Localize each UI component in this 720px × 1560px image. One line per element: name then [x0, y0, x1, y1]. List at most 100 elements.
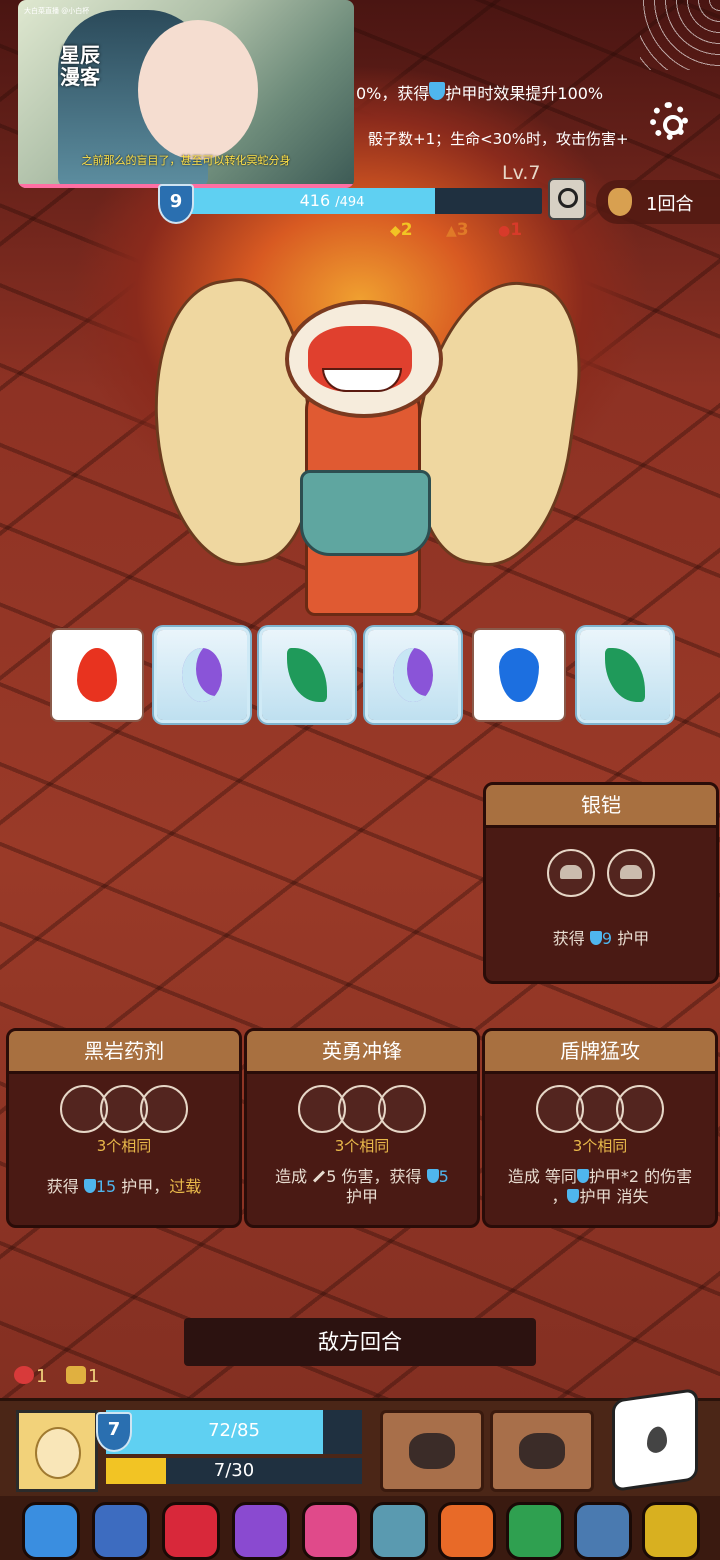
rock-slot-icon[interactable]	[547, 849, 595, 897]
desc-number: 5	[326, 1167, 337, 1186]
enemy-hp-current: 416	[299, 191, 331, 210]
card-silver-armor[interactable]: 银铠 获得 9 护甲	[483, 782, 719, 984]
block-value: 1	[88, 1366, 100, 1387]
enemy-armor-shield-icon: 9	[158, 184, 194, 224]
card-requirement: 3个相同	[96, 1137, 152, 1155]
leaf-icon	[605, 648, 645, 702]
inspect-enemy-icon[interactable]	[548, 178, 586, 220]
fire-icon	[77, 648, 117, 702]
desc-text: 护甲 消失	[579, 1187, 649, 1206]
spiderweb-decoration	[640, 0, 720, 70]
item-slot-gauntlet-icon[interactable]	[380, 1410, 484, 1492]
rock-slot-icon[interactable]	[607, 849, 655, 897]
card-blackrock-potion[interactable]: 黑岩药剂 3个相同 获得 15 护甲，过载	[6, 1028, 242, 1228]
desc-text: 护甲，	[121, 1177, 170, 1196]
item-slot-hammer-icon[interactable]	[490, 1410, 594, 1492]
block-icon	[66, 1366, 86, 1384]
enemy-hp-max: /494	[335, 195, 365, 210]
monster-skirt	[300, 470, 431, 556]
passive-text-a: 0%，获得	[356, 84, 430, 103]
player-xp-bar: 7/30	[106, 1458, 362, 1484]
monster-teeth	[322, 368, 402, 392]
card-description: 造成 等同 护甲*2 的伤害 ， 护甲 消失	[487, 1167, 713, 1207]
empty-slot[interactable]	[378, 1085, 426, 1133]
card-description: 获得 9 护甲	[494, 929, 708, 949]
shield-icon	[426, 1169, 439, 1183]
intent-buff: ▲3	[446, 220, 469, 240]
enemy-passive-line-1: 0%，获得 护甲时效果提升100%	[356, 80, 603, 104]
banner-caption: 之前那么的盲目了，甚至可以转化冥蛇分身	[81, 154, 291, 167]
die-moon-frozen[interactable]	[368, 630, 458, 720]
relic-compass-icon[interactable]	[92, 1502, 150, 1560]
card-title: 英勇冲锋	[247, 1031, 477, 1074]
desc-text: 造成	[275, 1167, 308, 1186]
intent-attack: ◆2	[390, 220, 413, 240]
card-description: 造成 5 伤害，获得 5 护甲	[255, 1167, 469, 1207]
card-brave-charge[interactable]: 英勇冲锋 3个相同 造成 5 伤害，获得 5 护甲	[244, 1028, 480, 1228]
relic-lightning-orb-icon[interactable]	[438, 1502, 496, 1560]
desc-text: 获得	[552, 929, 585, 948]
relic-ruby-icon[interactable]	[162, 1502, 220, 1560]
roll-dice-button[interactable]	[612, 1387, 698, 1493]
passive-text-b: 护甲时效果提升100%	[445, 84, 604, 103]
dice-slots	[485, 1085, 715, 1133]
enemy-passive-line-2: 骰子数+1；生命<30%时，攻击伤害+	[368, 130, 629, 148]
player-armor-shield-icon: 7	[96, 1412, 132, 1452]
settings-gear-icon[interactable]	[650, 102, 688, 140]
banner-credit: 大白菜直播 @小白杯	[24, 7, 90, 15]
relic-helmet-icon[interactable]	[370, 1502, 428, 1560]
intent-burn-value: 1	[510, 220, 523, 240]
enemy-level: Lv.7	[502, 162, 541, 184]
hourglass-bag-icon	[608, 188, 632, 216]
desc-number: 9	[601, 929, 613, 948]
card-shield-bash[interactable]: 盾牌猛攻 3个相同 造成 等同 护甲*2 的伤害 ， 护甲 消失	[482, 1028, 718, 1228]
dice-slots	[9, 1085, 239, 1133]
desc-number: 5	[438, 1167, 449, 1186]
water-drop-icon	[499, 648, 539, 702]
enemy-hp-text: 416 /494	[182, 191, 482, 210]
shield-icon	[83, 1179, 96, 1193]
player-hp-bar: 72/85	[106, 1410, 362, 1454]
die-leaf-frozen[interactable]	[580, 630, 670, 720]
relic-dagger-icon[interactable]	[574, 1502, 632, 1560]
relic-egg-icon[interactable]	[302, 1502, 360, 1560]
card-title: 盾牌猛攻	[485, 1031, 715, 1074]
relic-amulet-icon[interactable]	[232, 1502, 290, 1560]
relic-shield-icon[interactable]	[22, 1502, 80, 1560]
stream-overlay-banner: 大白菜直播 @小白杯 星辰漫客 之前那么的盲目了，甚至可以转化冥蛇分身	[18, 0, 354, 188]
player-xp-text: 7/30	[213, 1460, 255, 1481]
die-leaf-frozen[interactable]	[262, 630, 352, 720]
player-avatar[interactable]	[16, 1410, 98, 1492]
enemy-hp-bar: 416 /494	[182, 188, 542, 214]
empty-slot[interactable]	[140, 1085, 188, 1133]
desc-text: 造成 等同	[507, 1167, 577, 1186]
desc-text: 伤害，获得	[341, 1167, 422, 1186]
relic-crown-icon[interactable]	[642, 1502, 700, 1560]
shield-icon	[589, 931, 602, 945]
shield-icon	[567, 1189, 580, 1203]
overload-keyword: 过载	[169, 1177, 202, 1196]
regen-icon	[14, 1366, 34, 1384]
card-requirement: 3个相同	[334, 1137, 390, 1155]
desc-text: 护甲*2 的伤害	[588, 1167, 693, 1186]
empty-slot[interactable]	[616, 1085, 664, 1133]
shield-icon	[429, 82, 446, 100]
die-water[interactable]	[474, 630, 564, 720]
player-hp-text: 72/85	[208, 1420, 260, 1441]
card-title: 黑岩药剂	[9, 1031, 239, 1074]
desc-text: 护甲	[617, 929, 650, 948]
enemy-turn-banner: 敌方回合	[184, 1318, 536, 1366]
card-description: 获得 15 护甲，过载	[17, 1177, 231, 1197]
regen-value: 1	[36, 1366, 48, 1387]
shield-icon	[576, 1169, 589, 1183]
leaf-icon	[287, 648, 327, 702]
desc-number: 15	[95, 1177, 117, 1196]
moon-icon	[393, 648, 433, 702]
die-moon-frozen[interactable]	[157, 630, 247, 720]
relic-moss-book-icon[interactable]	[506, 1502, 564, 1560]
intent-attack-value: 2	[400, 220, 413, 240]
attack-intent-icon: ◆	[390, 223, 401, 239]
die-fire[interactable]	[52, 630, 142, 720]
desc-text: ，	[551, 1187, 568, 1206]
round-counter: 1回合	[596, 180, 720, 224]
